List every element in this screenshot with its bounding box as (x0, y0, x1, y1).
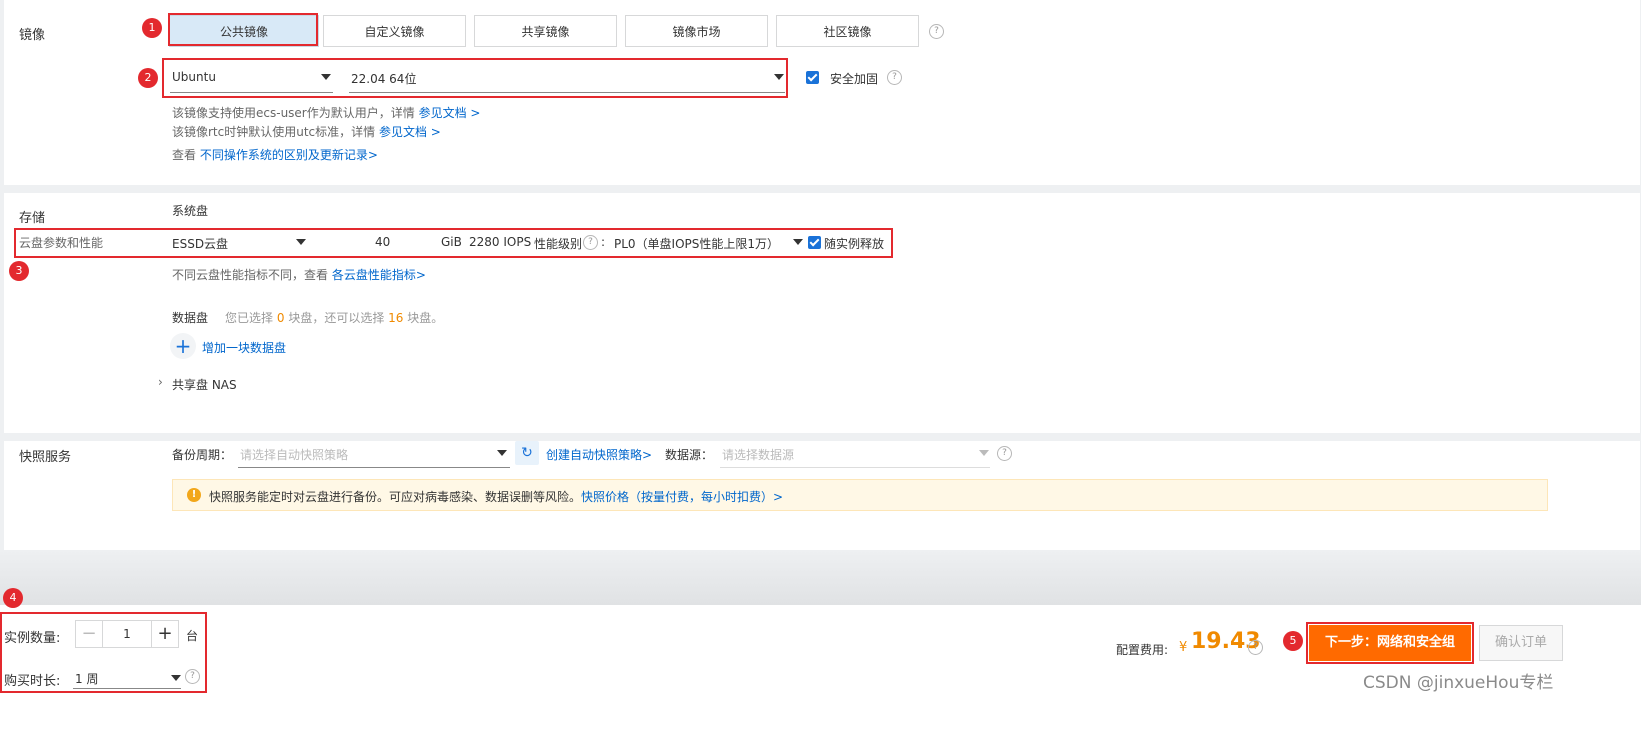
security-label: 安全加固 (830, 72, 879, 86)
image-note-rtc: 该镜像rtc时钟默认使用utc标准，详情 参见文档 > (172, 123, 441, 140)
data-disk-pre: 您已选择 (225, 311, 274, 325)
tab-community-image[interactable]: 社区镜像 (776, 15, 919, 47)
chevron-down-icon (979, 450, 989, 456)
qty-unit: 台 (186, 629, 199, 643)
doc-link[interactable]: 参见文档 > (379, 125, 441, 139)
source-label: 数据源： (665, 448, 714, 462)
notice-text: 快照服务能定时对云盘进行备份。可应对病毒感染、数据误删等风险。 (209, 490, 582, 504)
image-note-user: 该镜像支持使用ecs-user作为默认用户，详情 参见文档 > (172, 104, 480, 121)
step-badge-1: 1 (142, 18, 162, 38)
perf-note: 不同云盘性能指标不同，查看 各云盘性能指标> (172, 266, 426, 283)
snapshot-notice: ! 快照服务能定时对云盘进行备份。可应对病毒感染、数据误删等风险。快照价格（按量… (172, 479, 1548, 511)
chevron-down-icon (497, 450, 507, 456)
data-disk-selected: 0 (276, 311, 285, 325)
qty-increase-button[interactable]: + (151, 620, 179, 648)
note-text: 查看 (172, 148, 197, 162)
tab-image-market[interactable]: 镜像市场 (625, 15, 768, 47)
chevron-down-icon (171, 675, 181, 681)
notice-content: 快照服务能定时对云盘进行备份。可应对病毒感染、数据误删等风险。快照价格（按量付费… (209, 488, 783, 505)
step-badge-5: 5 (1283, 631, 1303, 651)
security-checkbox[interactable] (806, 71, 819, 84)
confirm-order-button[interactable]: 确认订单 (1479, 625, 1563, 661)
step-badge-3: 3 (9, 261, 29, 281)
period-select[interactable]: 请选择自动快照策略 (240, 446, 348, 463)
footer-shadow (0, 550, 1641, 605)
highlight-box-2 (162, 58, 788, 98)
step-badge-4: 4 (3, 588, 23, 608)
doc-link[interactable]: 参见文档 > (419, 106, 481, 120)
create-snapshot-link[interactable]: 创建自动快照策略> (546, 446, 652, 463)
watermark: CSDN @jinxueHou专栏 (1363, 673, 1554, 693)
fee-currency: ¥ (1179, 640, 1188, 655)
help-icon[interactable]: ? (887, 70, 902, 85)
warning-icon: ! (187, 488, 201, 502)
data-disk-mid: 块盘，还可以选择 (288, 311, 385, 325)
tab-shared-image[interactable]: 共享镜像 (474, 15, 617, 47)
duration-label: 购买时长: (4, 674, 61, 689)
help-icon[interactable]: ? (997, 446, 1012, 461)
data-disk-remaining: 16 (388, 311, 404, 325)
qty-decrease-button[interactable]: − (75, 620, 103, 648)
period-label: 备份周期： (172, 448, 233, 462)
note-text: 不同云盘性能指标不同，查看 (172, 268, 329, 282)
data-disk-info: 您已选择 0 块盘，还可以选择 16 块盘。 (225, 309, 443, 326)
tab-custom-image[interactable]: 自定义镜像 (323, 15, 466, 47)
perf-link[interactable]: 各云盘性能指标> (332, 268, 426, 282)
note-text: 该镜像支持使用ecs-user作为默认用户，详情 (172, 106, 415, 120)
system-disk-label: 系统盘 (172, 204, 209, 218)
step-badge-2: 2 (138, 68, 158, 88)
qty-label: 实例数量: (4, 631, 61, 646)
highlight-box-5 (1306, 622, 1474, 664)
image-note-os: 查看 不同操作系统的区别及更新记录> (172, 146, 378, 163)
source-select[interactable]: 请选择数据源 (722, 446, 794, 463)
os-diff-link[interactable]: 不同操作系统的区别及更新记录> (200, 148, 378, 162)
data-disk-label: 数据盘 (172, 311, 209, 325)
chevron-right-icon[interactable]: › (158, 375, 163, 389)
add-data-disk-link[interactable]: 增加一块数据盘 (202, 339, 286, 356)
snapshot-price-link[interactable]: 快照价格（按量付费，每小时扣费）> (581, 490, 783, 504)
help-icon[interactable]: ? (1248, 640, 1263, 655)
snapshot-label: 快照服务 (19, 450, 72, 465)
duration-select[interactable]: 1 周 (75, 670, 98, 687)
plus-icon[interactable]: + (170, 333, 196, 359)
source-select-underline (720, 467, 990, 468)
qty-input[interactable]: 1 (103, 620, 151, 648)
storage-label: 存储 (19, 211, 46, 226)
data-disk-post: 块盘。 (407, 311, 444, 325)
nas-toggle[interactable]: 共享盘 NAS (172, 376, 237, 393)
duration-underline (73, 688, 181, 689)
help-icon[interactable]: ? (185, 669, 200, 684)
highlight-box-3 (14, 228, 893, 258)
image-label: 镜像 (19, 28, 46, 43)
refresh-icon[interactable]: ↻ (515, 441, 539, 465)
period-select-underline (238, 467, 510, 468)
fee-label: 配置费用: (1116, 643, 1169, 657)
note-text: 该镜像rtc时钟默认使用utc标准，详情 (172, 125, 376, 139)
help-icon[interactable]: ? (929, 24, 944, 39)
highlight-box-1 (168, 13, 318, 46)
